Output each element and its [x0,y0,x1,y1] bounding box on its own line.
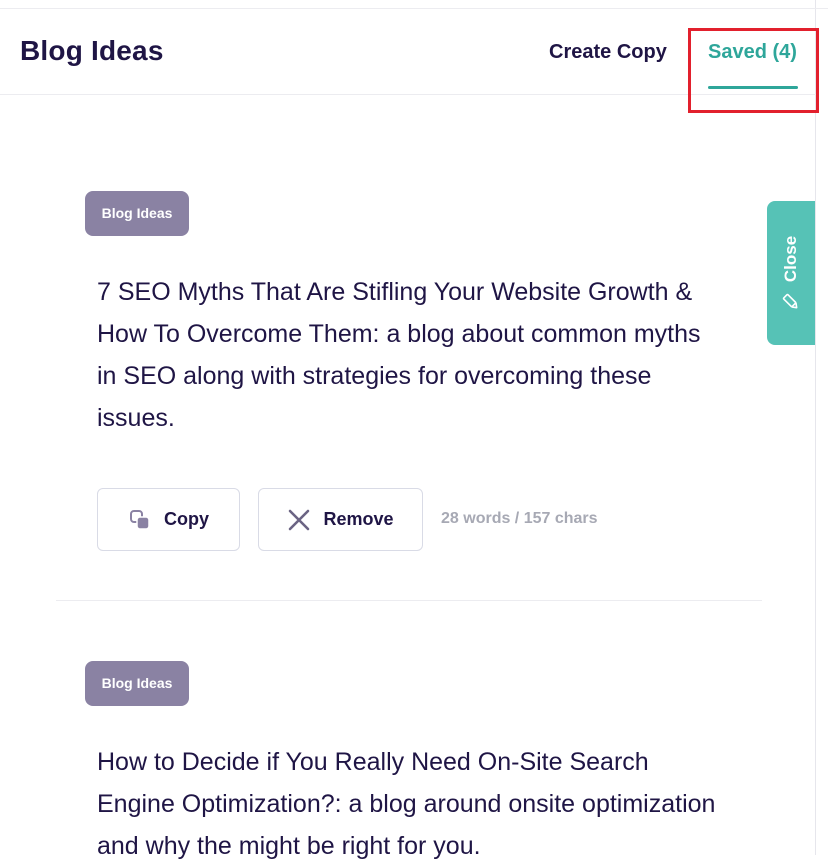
idea-text: 7 SEO Myths That Are Stifling Your Websi… [97,278,701,432]
remove-button[interactable]: Remove [258,488,423,551]
saved-idea-card: Blog Ideas How to Decide if You Really N… [56,661,762,861]
word-char-count: 28 words / 157 chars [441,510,598,527]
page-title: Blog Ideas [20,35,164,66]
close-label: Close [781,235,800,283]
close-icon [287,508,311,532]
tab-create-copy[interactable]: Create Copy [549,41,667,64]
close-side-tab[interactable]: Close [767,201,815,345]
active-tab-indicator [708,86,798,89]
pencil-icon [782,293,800,316]
copy-icon [128,508,152,532]
copy-button[interactable]: Copy [97,488,240,551]
copy-button-label: Copy [164,509,209,529]
idea-text: How to Decide if You Really Need On-Site… [97,748,716,860]
tab-saved[interactable]: Saved (4) [708,41,797,64]
saved-idea-card: Blog Ideas 7 SEO Myths That Are Stifling… [56,191,762,601]
saved-panel: Blog Ideas Create Copy Saved (4) Blog Id… [0,0,828,860]
category-tag: Blog Ideas [85,191,189,236]
panel-header: Blog Ideas Create Copy Saved (4) [0,9,816,95]
category-tag: Blog Ideas [85,661,189,706]
remove-button-label: Remove [323,509,394,529]
